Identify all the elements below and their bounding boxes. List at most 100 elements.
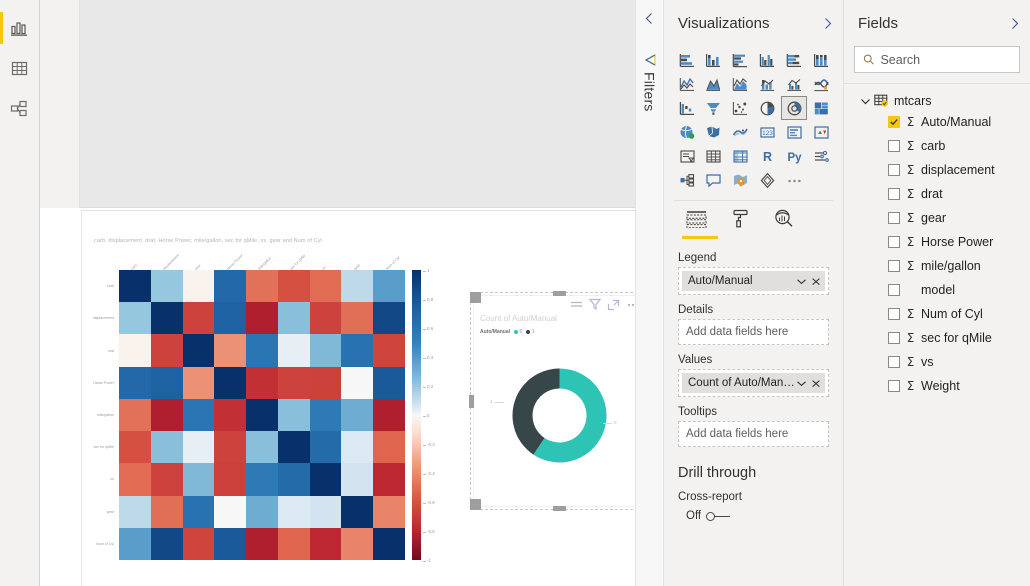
- search-input[interactable]: [880, 52, 1011, 67]
- viz-type-decomposition-tree[interactable]: [674, 168, 700, 192]
- funnel-icon[interactable]: [589, 298, 601, 311]
- heatmap-cell[interactable]: [182, 431, 215, 464]
- heatmap-cell[interactable]: [277, 495, 310, 528]
- field-row[interactable]: Σ Weight: [844, 374, 1030, 398]
- chevron-down-icon[interactable]: [796, 379, 807, 388]
- heatmap-cell[interactable]: [119, 302, 151, 335]
- viz-type-clustered-bar-chart[interactable]: [728, 48, 754, 72]
- field-checkbox[interactable]: [888, 284, 900, 296]
- viz-type-q-and-a[interactable]: [701, 168, 727, 192]
- heatmap-cell[interactable]: [341, 398, 374, 432]
- well-dropzone-values[interactable]: Count of Auto/Manual: [678, 369, 829, 397]
- viz-type-clustered-column-chart[interactable]: [755, 48, 781, 72]
- field-checkbox[interactable]: [888, 212, 900, 224]
- chevron-right-icon[interactable]: [822, 17, 833, 30]
- field-checkbox[interactable]: [888, 164, 900, 176]
- heatmap-cell[interactable]: [277, 398, 310, 432]
- viz-type-funnel-chart[interactable]: [701, 96, 727, 120]
- heatmap-cell[interactable]: [341, 527, 374, 560]
- viz-type-waterfall-chart[interactable]: [674, 96, 700, 120]
- heatmap-cell[interactable]: [341, 463, 374, 496]
- heatmap-cell[interactable]: [246, 334, 278, 367]
- field-checkbox[interactable]: [888, 332, 900, 344]
- viz-type-100-stacked-bar-chart[interactable]: [781, 48, 807, 72]
- viz-type-pie-chart[interactable]: [755, 96, 781, 120]
- well-dropzone-tooltips[interactable]: Add data fields here: [678, 421, 829, 447]
- heatmap-cell[interactable]: [277, 302, 310, 335]
- resize-handle-s[interactable]: [553, 506, 566, 511]
- heatmap-cell[interactable]: [246, 366, 278, 399]
- field-checkbox[interactable]: [888, 188, 900, 200]
- donut-svg[interactable]: [502, 358, 617, 473]
- field-checkbox[interactable]: [888, 140, 900, 152]
- heatmap-cell[interactable]: [214, 431, 247, 464]
- viz-type-ribbon-chart[interactable]: [808, 72, 834, 96]
- filters-pane-collapsed[interactable]: Filters: [635, 0, 664, 586]
- heatmap-cell[interactable]: [341, 302, 374, 335]
- heatmap-cell[interactable]: [119, 463, 151, 496]
- heatmap-cell[interactable]: [341, 495, 374, 528]
- chevron-right-icon[interactable]: [1009, 17, 1020, 30]
- heatmap-cell[interactable]: [214, 495, 247, 528]
- viz-type-stacked-area-chart[interactable]: [728, 72, 754, 96]
- viz-type-azure-map[interactable]: [728, 168, 754, 192]
- heatmap-cell[interactable]: [119, 366, 151, 399]
- heatmap-cell[interactable]: [246, 431, 278, 464]
- heatmap-cell[interactable]: [214, 302, 247, 335]
- field-chip[interactable]: Count of Auto/Manual: [682, 373, 825, 393]
- heatmap-cell[interactable]: [373, 302, 405, 335]
- field-row[interactable]: Σ Horse Power: [844, 230, 1030, 254]
- viz-type-scatter-chart[interactable]: [728, 96, 754, 120]
- heatmap-cell[interactable]: [309, 270, 342, 303]
- heatmap-cell[interactable]: [341, 366, 374, 399]
- chevron-left-icon[interactable]: [644, 12, 655, 25]
- fields-search-box[interactable]: [854, 46, 1020, 73]
- heatmap-cell[interactable]: [246, 398, 278, 432]
- heatmap-cell[interactable]: [309, 527, 342, 560]
- heatmap-cell[interactable]: [182, 270, 215, 303]
- viz-type-more-options[interactable]: [781, 168, 807, 192]
- viz-type-map[interactable]: [674, 120, 700, 144]
- heatmap-cell[interactable]: [246, 527, 278, 560]
- viz-type-stacked-column-chart[interactable]: [701, 48, 727, 72]
- field-row[interactable]: Σmile/gallon: [844, 254, 1030, 278]
- heatmap-cell[interactable]: [214, 366, 247, 399]
- heatmap-cell[interactable]: [150, 302, 183, 335]
- filter-list-icon[interactable]: [570, 299, 583, 310]
- viz-type-filled-map[interactable]: [701, 120, 727, 144]
- heatmap-cell[interactable]: [119, 527, 151, 560]
- heatmap-cell[interactable]: [373, 431, 405, 464]
- close-icon[interactable]: [811, 277, 821, 286]
- heatmap-cell[interactable]: [341, 334, 374, 367]
- viz-type-line-and-clustered-column-chart[interactable]: [781, 72, 807, 96]
- viz-type-line-chart[interactable]: [674, 72, 700, 96]
- field-row[interactable]: Σ Auto/Manual: [844, 110, 1030, 134]
- well-dropzone-legend[interactable]: Auto/Manual: [678, 267, 829, 295]
- viz-type-card[interactable]: 123: [755, 120, 781, 144]
- viz-type-area-chart[interactable]: [701, 72, 727, 96]
- heatmap-cell[interactable]: [277, 527, 310, 560]
- viz-type-matrix[interactable]: [728, 144, 754, 168]
- viz-type-r-script-visual[interactable]: R: [755, 144, 781, 168]
- heatmap-cell[interactable]: [277, 431, 310, 464]
- field-row[interactable]: Σcarb: [844, 134, 1030, 158]
- chevron-down-icon[interactable]: [796, 277, 807, 286]
- heatmap-cell[interactable]: [182, 527, 215, 560]
- heatmap-cell[interactable]: [373, 463, 405, 496]
- heatmap-cell[interactable]: [150, 495, 183, 528]
- field-row[interactable]: Σdisplacement: [844, 158, 1030, 182]
- heatmap-cell[interactable]: [119, 495, 151, 528]
- heatmap-cell[interactable]: [341, 431, 374, 464]
- viz-type-100-stacked-column-chart[interactable]: [808, 48, 834, 72]
- heatmap-cell[interactable]: [373, 270, 405, 303]
- tab-format[interactable]: [731, 209, 750, 239]
- nav-data-view[interactable]: [0, 48, 40, 88]
- heatmap-cell[interactable]: [246, 302, 278, 335]
- heatmap-cell[interactable]: [214, 270, 247, 303]
- correlation-heatmap-visual[interactable]: carb, displacement, drat, Horse Power, m…: [82, 211, 462, 586]
- heatmap-cell[interactable]: [150, 334, 183, 367]
- viz-type-paginated-report[interactable]: [755, 168, 781, 192]
- more-options-icon[interactable]: [626, 299, 635, 310]
- nav-report-view[interactable]: [0, 8, 40, 48]
- donut-chart-visual[interactable]: Count of Auto/Manual Auto/Manual 0 1 0 1: [474, 296, 635, 506]
